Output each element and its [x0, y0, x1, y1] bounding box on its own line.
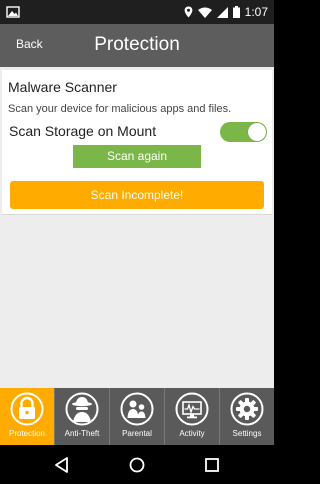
malware-scanner-card: Malware Scanner Scan your device for mal…: [2, 70, 272, 215]
tab-label: Protection: [8, 429, 46, 438]
battery-icon: [232, 6, 240, 18]
signal-icon: [216, 6, 228, 18]
home-icon[interactable]: [127, 455, 147, 475]
card-title: Malware Scanner: [8, 79, 117, 95]
status-bar: 1:07: [0, 0, 274, 24]
tab-settings[interactable]: Settings: [219, 388, 274, 445]
lock-icon: [10, 392, 44, 426]
scan-on-mount-toggle[interactable]: [220, 122, 267, 142]
page-title: Protection: [94, 34, 180, 55]
photo-icon: [6, 6, 20, 18]
scan-on-mount-label: Scan Storage on Mount: [9, 123, 157, 139]
status-time: 1:07: [244, 5, 268, 19]
tab-activity[interactable]: Activity: [164, 388, 219, 445]
wifi-icon: [197, 7, 212, 18]
toggle-knob: [248, 123, 266, 141]
scan-status-button[interactable]: Scan Incomplete!: [10, 181, 264, 209]
gear-icon: [230, 392, 264, 426]
app-bar: Back Protection: [0, 24, 274, 67]
tab-parental[interactable]: Parental: [109, 388, 164, 445]
system-nav-bar: [0, 445, 274, 484]
back-icon[interactable]: [52, 455, 72, 475]
scan-again-button[interactable]: Scan again: [73, 145, 201, 168]
monitor-icon: [175, 392, 209, 426]
location-icon: [184, 6, 193, 18]
tab-protection[interactable]: Protection: [0, 388, 54, 445]
content-area: Malware Scanner Scan your device for mal…: [0, 67, 274, 388]
card-description: Scan your device for malicious apps and …: [8, 103, 232, 115]
tab-label: Activity: [179, 429, 205, 438]
status-left: [6, 6, 20, 18]
tab-label: Parental: [122, 429, 152, 438]
recents-icon[interactable]: [202, 455, 222, 475]
tab-label: Settings: [232, 429, 262, 438]
tab-bar: Protection Anti-Theft Parental Activity …: [0, 388, 274, 445]
tab-label: Anti-Theft: [64, 429, 100, 438]
family-icon: [120, 392, 154, 426]
status-right: 1:07: [184, 5, 268, 19]
tab-anti-theft[interactable]: Anti-Theft: [54, 388, 109, 445]
spy-icon: [65, 392, 99, 426]
